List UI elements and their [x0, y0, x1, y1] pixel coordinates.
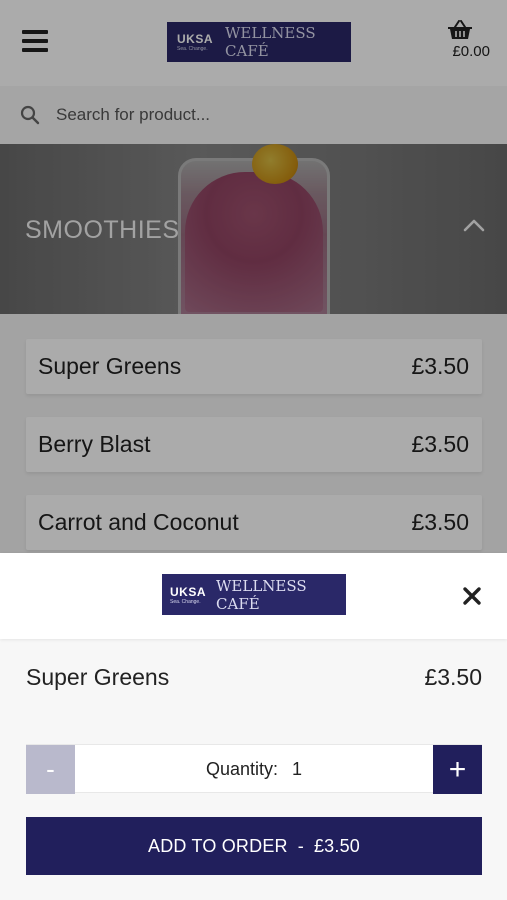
add-to-order-label: ADD TO ORDER: [147, 835, 288, 856]
product-detail-sheet: UKSA Sea. Change. WELLNESS CAFÉ Super Gr…: [0, 553, 507, 900]
cafe-logo: UKSA Sea. Change. WELLNESS CAFÉ: [162, 574, 346, 615]
add-to-order-button[interactable]: ADD TO ORDER - £3.50: [26, 817, 482, 875]
close-icon[interactable]: [461, 585, 483, 607]
quantity-value: 1: [292, 759, 303, 779]
add-to-order-separator: -: [297, 835, 304, 856]
decrease-quantity-button[interactable]: -: [26, 745, 75, 794]
selected-product-name: Super Greens: [26, 664, 170, 690]
quantity-stepper: Quantity: 1 - +: [26, 744, 482, 794]
modal-backdrop[interactable]: [0, 0, 507, 553]
add-to-order-price: £3.50: [313, 835, 360, 856]
logo-name: WELLNESS CAFÉ: [216, 576, 307, 613]
increase-quantity-button[interactable]: +: [433, 745, 482, 794]
selected-product-price: £3.50: [424, 664, 482, 690]
quantity-display: Quantity: 1: [26, 745, 482, 794]
selected-product-row: Super Greens £3.50: [26, 664, 482, 691]
quantity-label: Quantity:: [205, 759, 279, 779]
sheet-header: UKSA Sea. Change. WELLNESS CAFÉ: [0, 553, 507, 639]
logo-brand: UKSA Sea. Change.: [170, 584, 207, 605]
